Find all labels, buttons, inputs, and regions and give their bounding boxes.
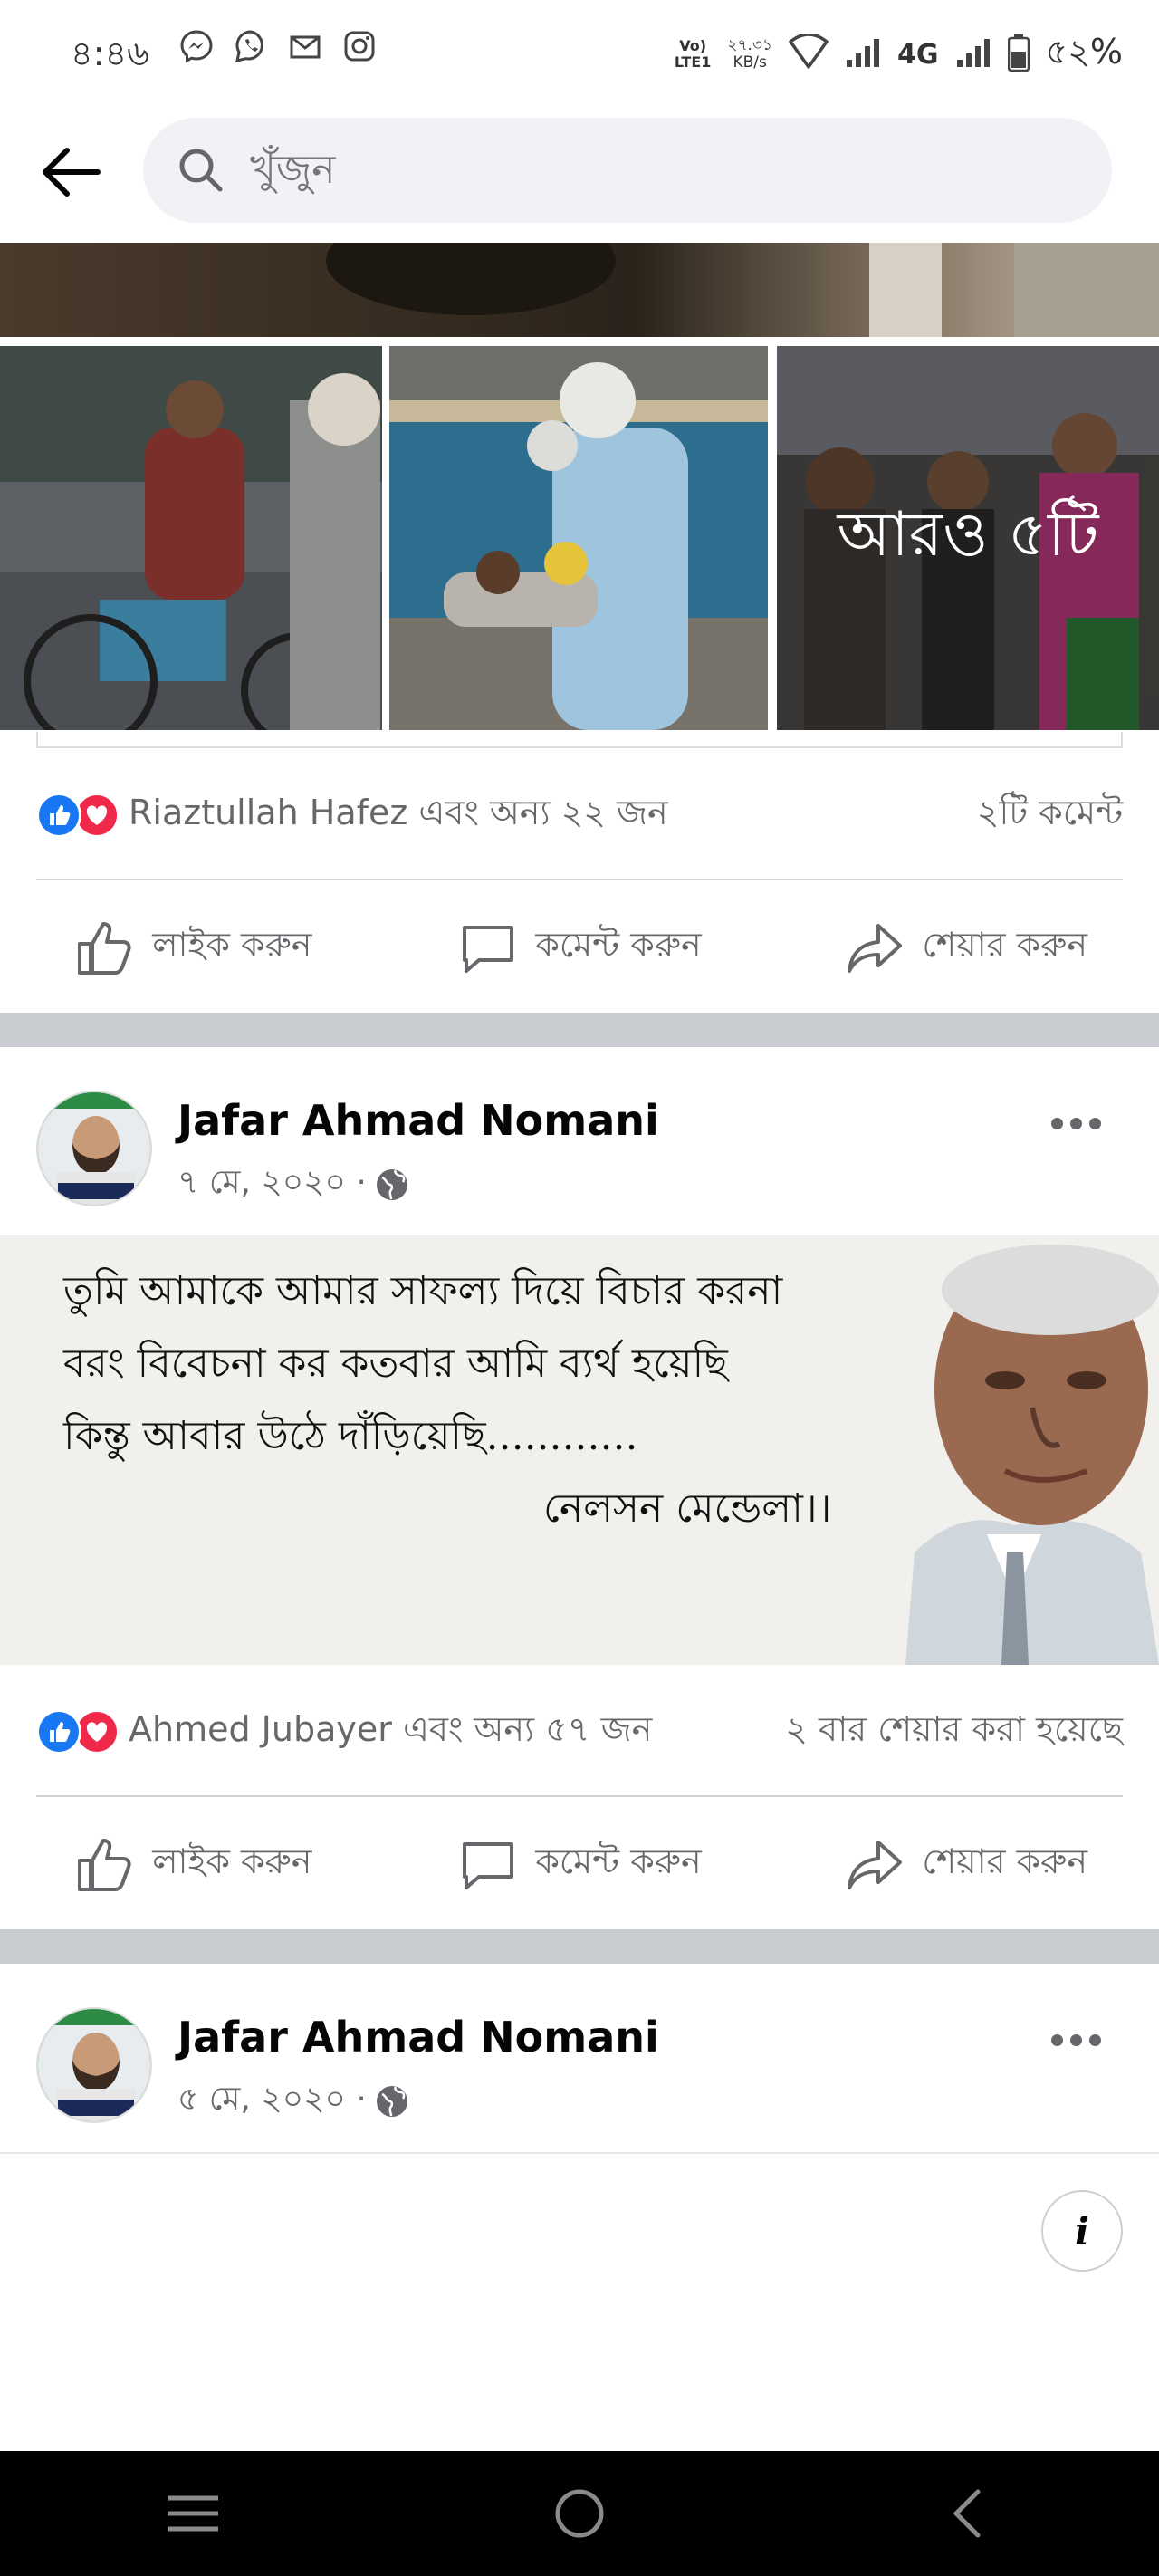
quote-line: কিন্তু আবার উঠে দাঁড়িয়েছি............ xyxy=(63,1413,638,1459)
post2-header: Jafar Ahmad Nomani ৭ মে, ২০২০ · xyxy=(0,1069,1159,1214)
thumbs-up-icon xyxy=(78,922,131,975)
like-reaction-icon xyxy=(36,1709,81,1754)
post-photo-top[interactable] xyxy=(0,243,1159,337)
messenger-icon xyxy=(179,29,214,63)
comments-count[interactable]: ২টি কমেন্ট xyxy=(977,786,1123,844)
menu-icon xyxy=(168,2495,219,2532)
quote-attribution: নেলসন মেন্ডেলা।। xyxy=(543,1485,832,1532)
more-options-button[interactable] xyxy=(1039,1096,1112,1150)
post3-header: Jafar Ahmad Nomani ৫ মে, ২০২০ · xyxy=(0,1985,1159,2130)
comment-icon xyxy=(463,926,514,973)
like-label: লাইক করুন xyxy=(152,925,312,965)
home-button[interactable] xyxy=(525,2459,634,2568)
status-indicators: Vo) LTE1 ২৭.৩১ KB/s 4G ৫২% xyxy=(675,25,1123,83)
reaction-icons xyxy=(36,1709,120,1754)
home-circle-icon xyxy=(555,2489,604,2538)
status-bar: ৪:৪৬ Vo) LTE1 ২৭.৩১ KB/s 4G ৫২% xyxy=(0,0,1159,98)
whatsapp-icon xyxy=(234,29,268,63)
volte-line1: Vo) xyxy=(679,37,707,54)
feed-separator xyxy=(0,1013,1159,1047)
signal-icon-2 xyxy=(955,36,991,72)
net-speed-value: ২৭.৩১ xyxy=(727,36,773,54)
net-speed: ২৭.৩১ KB/s xyxy=(727,37,772,72)
like-button[interactable]: লাইক করুন xyxy=(0,884,387,1011)
post1-reactions[interactable]: Riaztullah Hafez এবং অন্য ২২ জন ২টি কমেন… xyxy=(36,779,1123,851)
search-input[interactable] xyxy=(250,118,1047,223)
author-name[interactable]: Jafar Ahmad Nomani xyxy=(177,2013,659,2062)
comment-label: কমেন্ট করুন xyxy=(535,925,702,965)
share-icon xyxy=(848,1841,903,1889)
author-name[interactable]: Jafar Ahmad Nomani xyxy=(177,1096,659,1145)
globe-icon xyxy=(376,1169,407,1200)
net-speed-unit: KB/s xyxy=(733,53,767,72)
like-label: লাইক করুন xyxy=(152,1841,312,1881)
battery-icon xyxy=(1007,34,1030,75)
reactions-summary[interactable]: Riaztullah Hafez এবং অন্য ২২ জন xyxy=(129,786,977,844)
post2-action-bar: লাইক করুন কমেন্ট করুন শেয়ার করুন xyxy=(0,1801,1159,1927)
comment-label: কমেন্ট করুন xyxy=(535,1841,702,1881)
post2-image[interactable]: তুমি আমাকে আমার সাফল্য দিয়ে বিচার করনা … xyxy=(0,1235,1159,1665)
divider xyxy=(0,2152,1159,2154)
back-button[interactable] xyxy=(33,134,109,210)
status-app-icons xyxy=(179,29,377,63)
status-time: ৪:৪৬ xyxy=(71,34,149,73)
divider xyxy=(36,1795,1123,1797)
post2-reactions[interactable]: Ahmed Jubayer এবং অন্য ৫৭ জন ২ বার শেয়া… xyxy=(36,1696,1123,1768)
thumbs-up-icon xyxy=(78,1839,131,1891)
post-date[interactable]: ৫ মে, ২০২০ · xyxy=(177,2074,367,2129)
share-label: শেয়ার করুন xyxy=(922,925,1088,965)
post-photo-grid: আরও ৫টি xyxy=(0,346,1159,730)
share-icon xyxy=(848,924,903,973)
search-icon xyxy=(179,149,223,192)
more-photos-label: আরও ৫টি xyxy=(837,499,1099,571)
instagram-icon xyxy=(342,29,377,63)
shares-count[interactable]: ২ বার শেয়ার করা হয়েছে xyxy=(785,1703,1123,1761)
reaction-icons xyxy=(36,793,120,838)
recent-apps-button[interactable] xyxy=(139,2459,247,2568)
more-options-button[interactable] xyxy=(1039,2013,1112,2067)
info-button[interactable]: i xyxy=(1041,2190,1123,2272)
globe-icon xyxy=(376,2086,407,2117)
back-arrow-icon xyxy=(43,148,101,197)
like-button[interactable]: লাইক করুন xyxy=(0,1801,387,1927)
nav-back-button[interactable] xyxy=(912,2459,1020,2568)
reactions-summary[interactable]: Ahmed Jubayer এবং অন্য ৫৭ জন xyxy=(129,1703,785,1761)
post-meta: ৭ মে, ২০২০ · xyxy=(177,1158,410,1212)
comment-button[interactable]: কমেন্ট করুন xyxy=(387,1801,773,1927)
chevron-left-icon xyxy=(953,2489,981,2538)
wifi-icon xyxy=(789,33,829,74)
search-box[interactable] xyxy=(143,118,1112,223)
photo-children[interactable]: আরও ৫টি xyxy=(777,346,1159,730)
battery-percent: ৫২% xyxy=(1045,32,1123,72)
volte-indicator: Vo) LTE1 xyxy=(675,38,712,71)
search-header xyxy=(0,98,1159,243)
comment-button[interactable]: কমেন্ট করুন xyxy=(387,884,773,1011)
photo-cyclist[interactable] xyxy=(0,346,382,730)
like-reaction-icon xyxy=(36,793,81,838)
comment-icon xyxy=(463,1842,514,1889)
system-nav-bar xyxy=(0,2451,1159,2576)
post-meta: ৫ মে, ২০২০ · xyxy=(177,2074,410,2129)
photo-helping[interactable] xyxy=(389,346,768,730)
avatar[interactable] xyxy=(36,1091,152,1206)
avatar[interactable] xyxy=(36,2007,152,2123)
feed-separator xyxy=(0,1929,1159,1964)
post-date[interactable]: ৭ মে, ২০২০ · xyxy=(177,1158,367,1212)
share-label: শেয়ার করুন xyxy=(922,1841,1088,1881)
quote-line: বরং বিবেচনা কর কতবার আমি ব্যর্থ হয়েছি xyxy=(63,1341,728,1387)
more-photos-overlay[interactable]: আরও ৫টি xyxy=(777,346,1159,730)
divider xyxy=(36,879,1123,880)
network-type: 4G xyxy=(897,38,939,71)
gmail-icon xyxy=(288,29,322,63)
signal-icon-1 xyxy=(845,36,881,72)
share-button[interactable]: শেয়ার করুন xyxy=(772,884,1159,1011)
quote-line: তুমি আমাকে আমার সাফল্য দিয়ে বিচার করনা xyxy=(63,1268,783,1314)
link-preview-edge xyxy=(36,732,1123,748)
share-button[interactable]: শেয়ার করুন xyxy=(772,1801,1159,1927)
quote-text: তুমি আমাকে আমার সাফল্য দিয়ে বিচার করনা … xyxy=(63,1255,831,1545)
post1-action-bar: লাইক করুন কমেন্ট করুন শেয়ার করুন xyxy=(0,884,1159,1011)
volte-line2: LTE1 xyxy=(674,53,712,71)
